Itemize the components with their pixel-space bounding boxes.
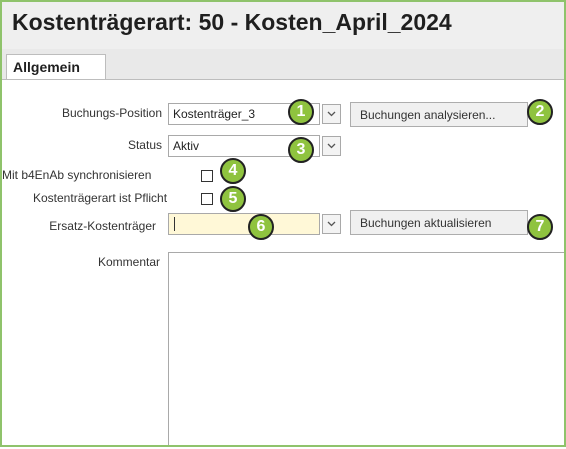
sync-checkbox[interactable] <box>201 170 213 182</box>
ersatz-kostentraeger-label: Ersatz-Kostenträger <box>49 219 156 233</box>
tab-strip: Allgemein <box>2 49 564 80</box>
chevron-down-icon <box>327 221 336 227</box>
callout-badge-5: 5 <box>220 186 246 212</box>
buchungs-position-label: Buchungs-Position <box>61 106 162 120</box>
pflicht-label: Kostenträgerart ist Pflicht <box>33 191 168 205</box>
status-dropdown-button[interactable] <box>322 136 341 156</box>
buchungen-analysieren-button[interactable]: Buchungen analysieren... <box>350 102 528 127</box>
buchungen-aktualisieren-button[interactable]: Buchungen aktualisieren <box>350 210 528 235</box>
kommentar-textarea[interactable] <box>168 252 564 445</box>
title-bar: Kostenträgerart: 50 - Kosten_April_2024 <box>2 2 564 49</box>
tab-allgemein[interactable]: Allgemein <box>6 54 106 79</box>
chevron-down-icon <box>327 111 336 117</box>
status-label: Status <box>127 138 162 152</box>
pflicht-checkbox[interactable] <box>201 193 213 205</box>
text-cursor <box>174 217 175 231</box>
sync-label: Mit b4EnAb synchronisieren <box>2 168 152 182</box>
callout-badge-7: 7 <box>527 214 553 240</box>
callout-badge-1: 1 <box>288 99 314 125</box>
chevron-down-icon <box>327 143 336 149</box>
callout-badge-6: 6 <box>248 214 274 240</box>
callout-badge-2: 2 <box>527 99 553 125</box>
callout-badge-3: 3 <box>288 137 314 163</box>
dialog-frame: Kostenträgerart: 50 - Kosten_April_2024 … <box>0 0 566 447</box>
buchungs-position-dropdown-button[interactable] <box>322 104 341 124</box>
ersatz-kostentraeger-dropdown-button[interactable] <box>322 214 341 234</box>
kommentar-label: Kommentar <box>97 255 160 269</box>
callout-badge-4: 4 <box>220 158 246 184</box>
page-title: Kostenträgerart: 50 - Kosten_April_2024 <box>12 9 452 35</box>
ersatz-kostentraeger-input[interactable] <box>168 213 320 235</box>
